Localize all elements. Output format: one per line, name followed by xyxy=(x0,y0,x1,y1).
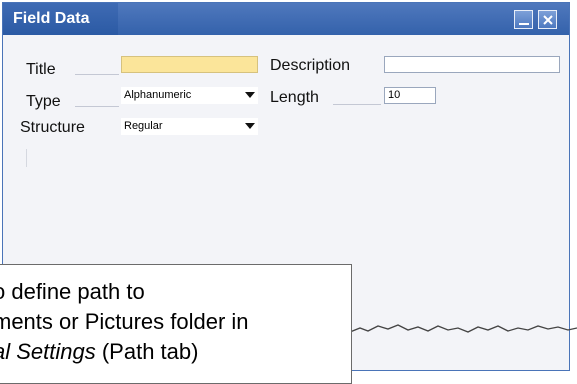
callout-line-3: al Settings (Path tab) xyxy=(0,339,198,365)
instruction-callout: o define path to ments or Pictures folde… xyxy=(0,264,352,384)
structure-dropdown-value: Regular xyxy=(124,120,163,132)
title-label: Title xyxy=(26,61,56,78)
chevron-down-icon xyxy=(245,123,255,129)
description-label: Description xyxy=(270,57,351,74)
callout-line-3-italic: al Settings xyxy=(0,339,96,364)
length-input[interactable]: 10 xyxy=(384,87,436,104)
type-dropdown[interactable]: Alphanumeric xyxy=(121,87,258,104)
minimize-icon xyxy=(519,23,529,25)
type-leader xyxy=(75,106,119,107)
divider xyxy=(26,149,27,167)
close-icon xyxy=(543,15,553,25)
structure-label: Structure xyxy=(20,119,85,136)
callout-line-3-rest: (Path tab) xyxy=(95,339,199,364)
length-label: Length xyxy=(270,89,319,106)
title-input[interactable] xyxy=(121,56,258,73)
title-bar[interactable]: Field Data xyxy=(3,3,569,35)
type-label: Type xyxy=(26,93,61,110)
callout-line-1: o define path to xyxy=(0,279,145,304)
window-title: Field Data xyxy=(3,3,118,35)
structure-dropdown[interactable]: Regular xyxy=(121,118,258,135)
minimize-button[interactable] xyxy=(514,10,533,29)
torn-edge-decoration xyxy=(350,324,577,333)
callout-line-2: ments or Pictures folder in xyxy=(0,309,249,334)
description-input[interactable] xyxy=(384,56,560,73)
length-leader xyxy=(333,104,381,105)
title-leader xyxy=(75,74,119,75)
close-button[interactable] xyxy=(538,10,557,29)
type-dropdown-value: Alphanumeric xyxy=(124,89,192,101)
chevron-down-icon xyxy=(245,92,255,98)
